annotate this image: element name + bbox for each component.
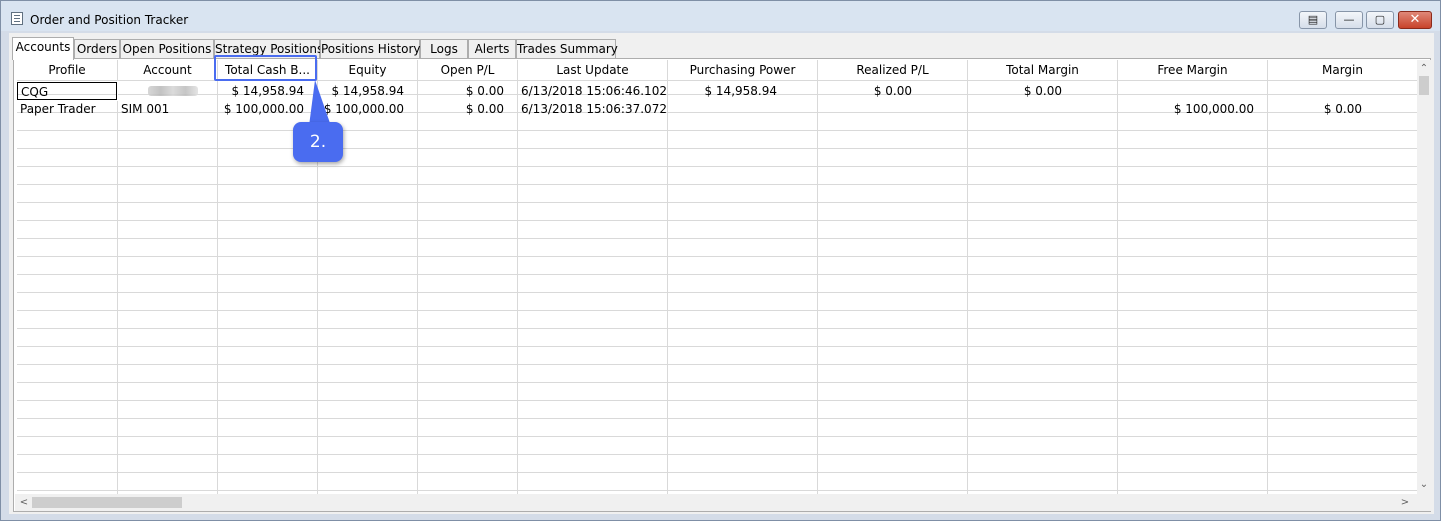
dock-button[interactable]: ▤ [1299,11,1327,29]
client-area: Accounts Orders Open Positions Strategy … [9,33,1434,514]
scroll-up-icon[interactable]: ⌃ [1417,62,1431,76]
cell-last-update[interactable]: 6/13/2018 15:06:37.072 [518,100,667,118]
tab-trades-summary[interactable]: Trades Summary [516,39,618,59]
header-total-margin[interactable]: Total Margin [968,60,1117,80]
accounts-panel: Profile Account Total Cash B... Equity O… [13,58,1431,512]
column-divider[interactable] [517,60,518,494]
horizontal-scroll-thumb[interactable] [32,497,182,508]
header-free-margin[interactable]: Free Margin [1118,60,1267,80]
accounts-grid[interactable]: Profile Account Total Cash B... Equity O… [17,60,1417,494]
header-account[interactable]: Account [118,60,217,80]
dock-icon: ▤ [1307,13,1319,26]
header-open-pl[interactable]: Open P/L [418,60,517,80]
cell-equity[interactable]: $ 100,000.00 [318,100,417,118]
column-divider[interactable] [967,60,968,494]
cell-free-margin[interactable]: $ 100,000.00 [1118,100,1267,118]
tab-accounts[interactable]: Accounts [12,37,74,60]
maximize-icon: ▢ [1374,13,1386,26]
cell-total-margin[interactable]: $ 0.00 [968,82,1117,100]
cell-margin[interactable]: $ 0.00 [1268,100,1417,118]
tab-open-positions[interactable]: Open Positions [120,39,214,59]
maximize-button[interactable]: ▢ [1366,11,1394,29]
cell-purchasing-power[interactable] [668,100,817,118]
cell-open-pl[interactable]: $ 0.00 [418,82,517,100]
cell-realized-pl[interactable] [818,100,967,118]
cell-equity[interactable]: $ 14,958.94 [318,82,417,100]
minimize-icon: — [1343,13,1355,26]
cell-profile[interactable]: Paper Trader [17,100,117,118]
redacted-account [148,86,198,96]
column-divider[interactable] [217,60,218,494]
tab-positions-history[interactable]: Positions History [320,39,420,59]
cell-purchasing-power[interactable]: $ 14,958.94 [668,82,817,100]
close-icon: ✕ [1409,12,1421,27]
minimize-button[interactable]: — [1335,11,1363,29]
tab-alerts[interactable]: Alerts [468,39,516,59]
column-divider[interactable] [817,60,818,494]
header-purchasing-power[interactable]: Purchasing Power [668,60,817,80]
scroll-down-icon[interactable]: ⌄ [1417,478,1431,492]
horizontal-scrollbar[interactable]: < > [15,494,1417,511]
scroll-left-icon[interactable]: < [17,496,31,510]
column-divider[interactable] [1267,60,1268,494]
cell-last-update[interactable]: 6/13/2018 15:06:46.102 [518,82,667,100]
step-callout: 2. [293,122,343,162]
app-icon [11,12,23,25]
callout-pointer [309,80,331,126]
scroll-corner [1417,494,1431,511]
header-equity[interactable]: Equity [318,60,417,80]
cell-total-margin[interactable] [968,100,1117,118]
header-realized-pl[interactable]: Realized P/L [818,60,967,80]
window-title: Order and Position Tracker [30,13,189,27]
column-divider[interactable] [667,60,668,494]
cell-account[interactable]: SIM 001 [118,100,217,118]
tab-orders[interactable]: Orders [74,39,120,59]
cell-realized-pl[interactable]: $ 0.00 [818,82,967,100]
column-highlight-box [214,55,317,81]
cell-margin[interactable] [1268,82,1417,100]
column-divider[interactable] [1117,60,1118,494]
cell-free-margin[interactable] [1118,82,1267,100]
header-last-update[interactable]: Last Update [518,60,667,80]
title-bar[interactable]: Order and Position Tracker ▤ — ▢ ✕ [1,1,1440,31]
cell-open-pl[interactable]: $ 0.00 [418,100,517,118]
tab-logs[interactable]: Logs [420,39,468,59]
header-margin[interactable]: Margin [1268,60,1417,80]
header-profile[interactable]: Profile [17,60,117,80]
cell-total-cash-balance[interactable]: $ 100,000.00 [218,100,317,118]
column-divider[interactable] [417,60,418,494]
grid-lines [17,60,1417,494]
vertical-scrollbar[interactable]: ⌃ ⌄ [1417,60,1431,494]
column-divider[interactable] [117,60,118,494]
cell-total-cash-balance[interactable]: $ 14,958.94 [218,82,317,100]
cell-account-redacted[interactable] [118,82,217,100]
cell-profile[interactable]: CQG [17,81,118,101]
close-button[interactable]: ✕ [1398,11,1432,29]
vertical-scroll-thumb[interactable] [1419,76,1429,95]
scroll-right-icon[interactable]: > [1398,496,1412,510]
